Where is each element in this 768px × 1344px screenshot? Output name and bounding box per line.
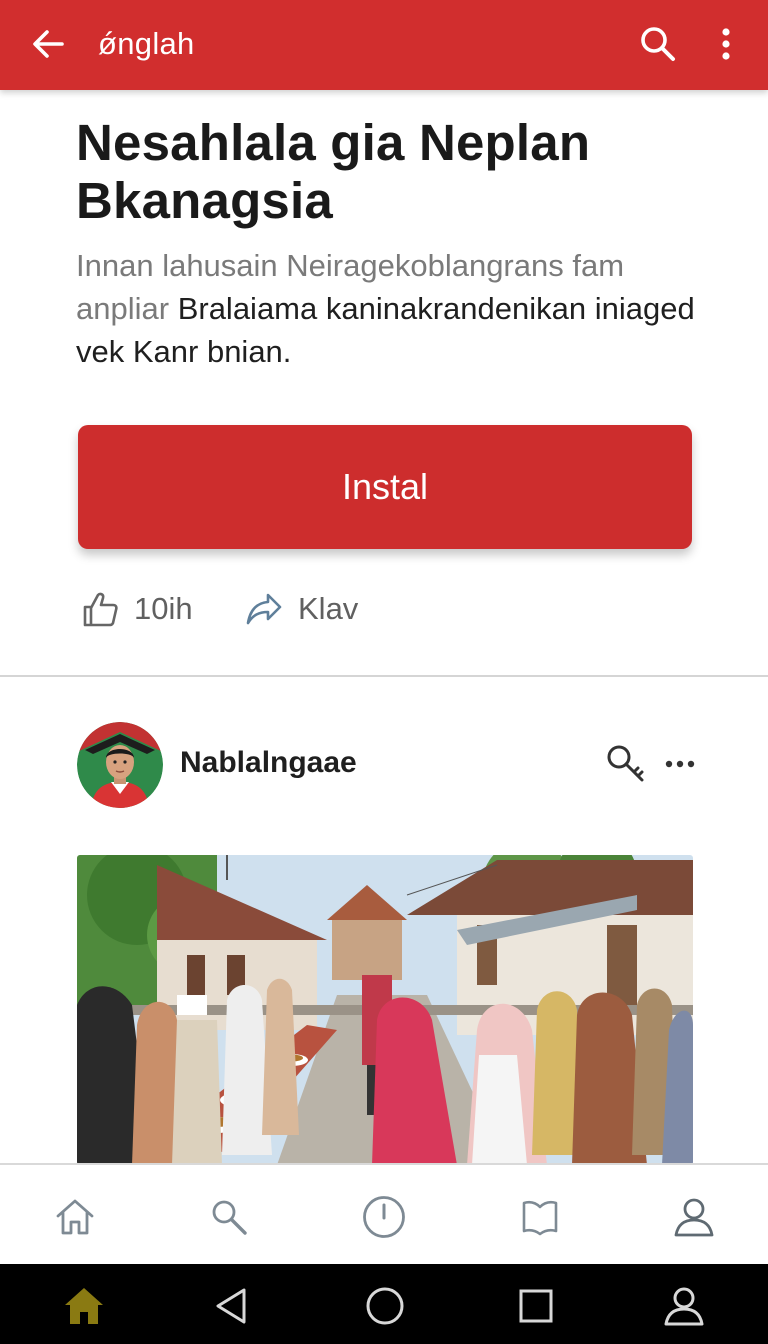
nav-profile[interactable] — [668, 1191, 720, 1243]
post-more-button[interactable] — [660, 742, 700, 786]
top-app-bar: ǿnglah — [0, 0, 768, 90]
nav-search[interactable] — [203, 1191, 255, 1243]
system-recents-button[interactable] — [512, 1282, 560, 1330]
more-vertical-icon — [722, 28, 730, 60]
profile-icon — [674, 1198, 714, 1237]
clock-icon — [363, 1196, 405, 1238]
profile-icon — [664, 1287, 704, 1326]
home-icon — [65, 1288, 103, 1324]
street-market-photo[interactable] — [77, 855, 693, 1165]
more-options-button[interactable] — [706, 20, 746, 68]
back-button[interactable] — [26, 22, 70, 66]
section-divider — [0, 675, 768, 677]
recents-square-icon — [519, 1289, 553, 1323]
circle-home-icon — [366, 1287, 404, 1325]
nav-bookmarks[interactable] — [514, 1191, 566, 1243]
bookmark-icon — [522, 1200, 558, 1236]
app-bar-title: ǿnglah — [98, 26, 195, 61]
avatar-image — [77, 722, 163, 808]
post-username[interactable]: Nablalngaae — [180, 746, 357, 780]
key-search-icon — [607, 745, 644, 782]
system-navigation-bar — [0, 1264, 768, 1344]
system-back-button[interactable] — [208, 1282, 256, 1330]
thumb-like-icon — [83, 592, 118, 627]
install-button[interactable]: Instal — [78, 425, 692, 549]
nav-history[interactable] — [358, 1191, 410, 1243]
article-lead: Innan lahusain Neiragekoblangrans fam an… — [76, 244, 716, 373]
system-overview-home-button[interactable] — [361, 1282, 409, 1330]
app-screen: ǿnglah Nesahlala gia Neplan Bkanagsia In… — [0, 0, 768, 1344]
search-icon — [641, 27, 675, 61]
street-market-photo-image — [77, 855, 693, 1165]
search-button[interactable] — [634, 20, 682, 68]
share-label: Klav — [298, 591, 359, 626]
like-count: 10ih — [134, 591, 193, 626]
search-icon — [212, 1200, 247, 1235]
like-button[interactable]: 10ih — [80, 584, 193, 634]
share-button[interactable]: Klav — [244, 584, 358, 634]
more-horizontal-icon — [665, 760, 695, 768]
share-arrow-icon — [246, 593, 282, 625]
nav-home[interactable] — [49, 1191, 101, 1243]
home-icon — [56, 1199, 94, 1235]
arrow-left-icon — [33, 30, 64, 58]
article-actions: 10ih Klav — [80, 584, 480, 634]
avatar[interactable] — [77, 722, 163, 808]
post-key-button[interactable] — [604, 742, 648, 786]
bottom-navigation — [0, 1163, 768, 1264]
system-profile-button[interactable] — [660, 1282, 708, 1330]
system-home-button[interactable] — [60, 1282, 108, 1330]
article-headline: Nesahlala gia Neplan Bkanagsia — [76, 114, 591, 229]
back-triangle-icon — [216, 1288, 246, 1324]
